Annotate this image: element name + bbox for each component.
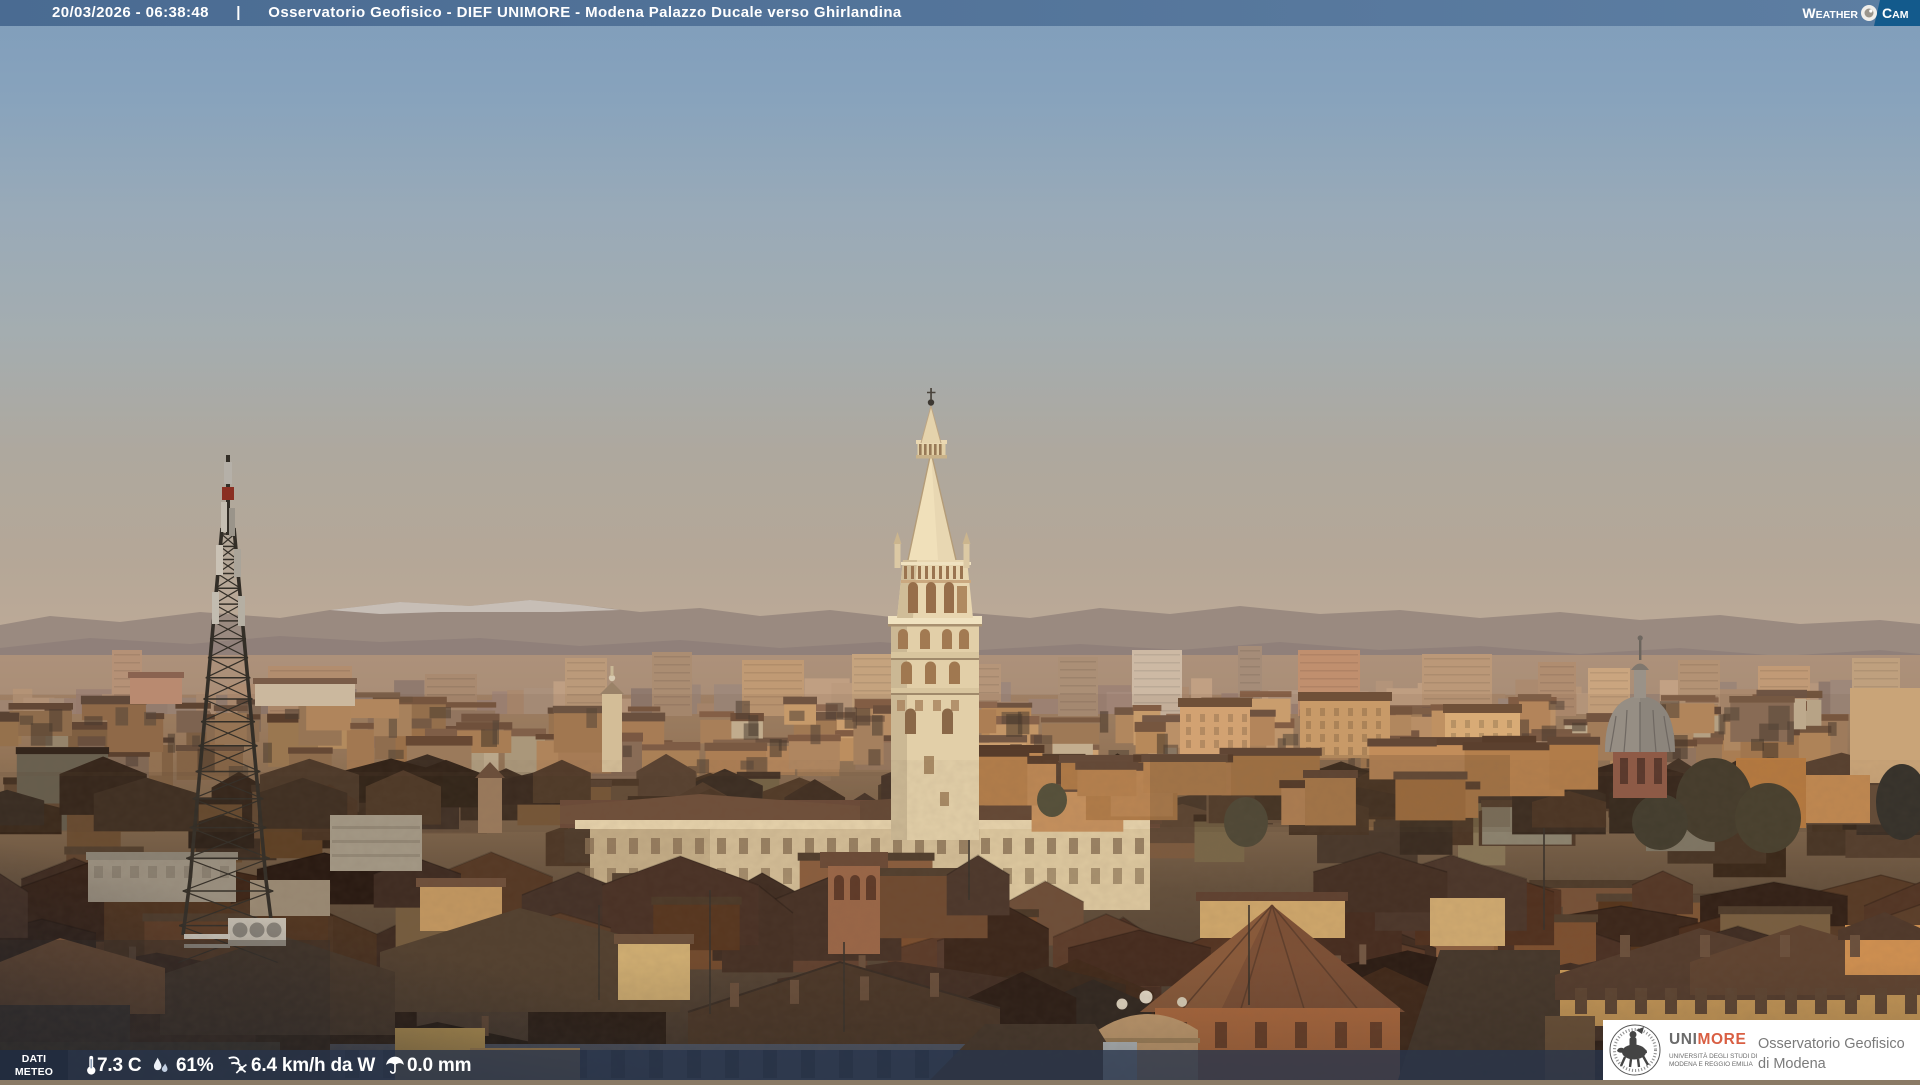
svg-text:UNIVERSITÀ DEGLI STUDI DI: UNIVERSITÀ DEGLI STUDI DI [1669,1051,1758,1060]
svg-text:MODENA E REGGIO EMILIA: MODENA E REGGIO EMILIA [1669,1061,1754,1068]
svg-text:di Modena: di Modena [1758,1056,1827,1072]
svg-text:Osservatorio Geofisico: Osservatorio Geofisico [1758,1036,1905,1052]
svg-text:WEATHER: WEATHER [1802,5,1858,21]
svg-text:UNIMORE: UNIMORE [1669,1031,1746,1048]
